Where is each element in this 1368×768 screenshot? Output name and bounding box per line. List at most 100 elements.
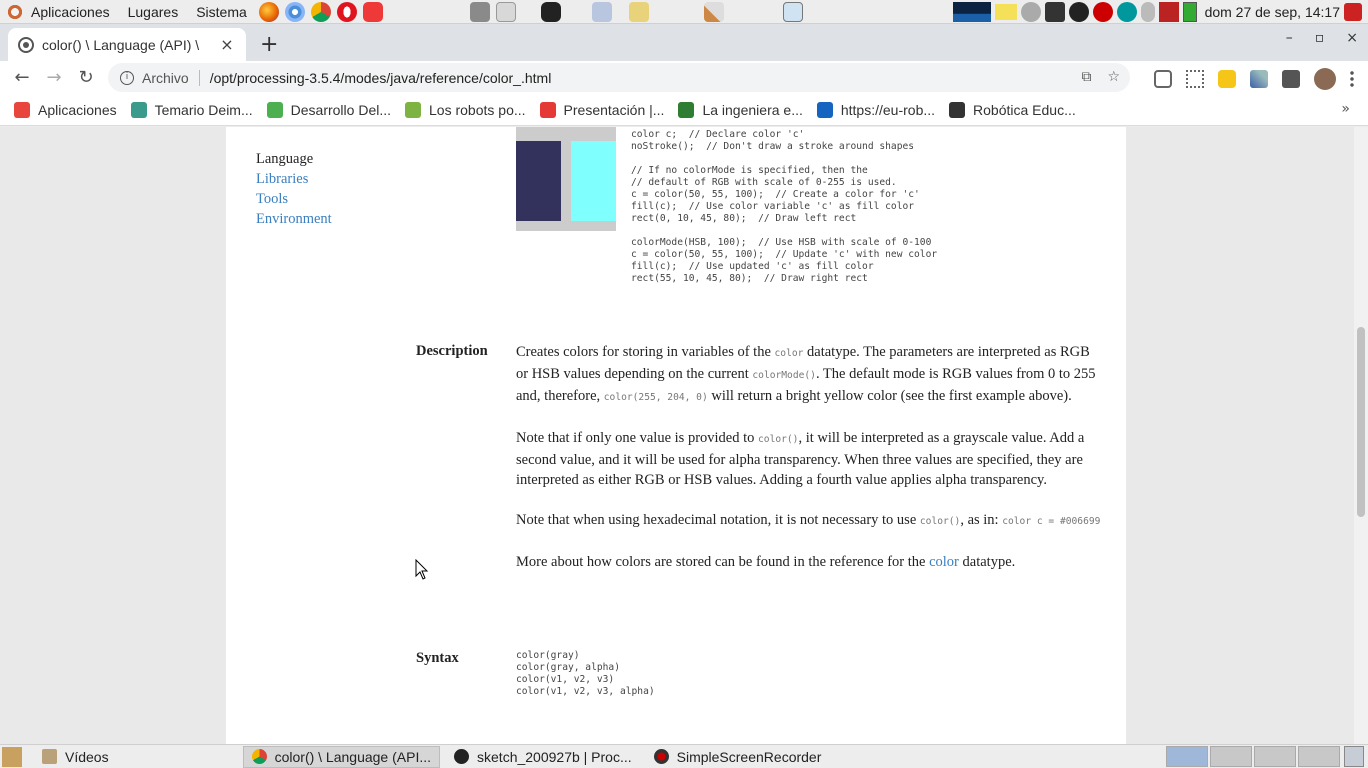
calculator-icon[interactable] (591, 1, 612, 22)
menu-lugares[interactable]: Lugares (119, 4, 188, 20)
page-viewport: Language Libraries Tools Environment col… (0, 127, 1354, 744)
volume-icon[interactable] (1158, 2, 1179, 22)
profile-avatar[interactable] (1314, 68, 1336, 90)
workspace-4[interactable] (1298, 746, 1340, 767)
bookmark-item[interactable]: Robótica Educ... (949, 101, 1076, 118)
maximize-button[interactable]: ▫ (1315, 30, 1325, 46)
arduino-tray-icon[interactable] (1116, 2, 1137, 22)
nav-environment[interactable]: Environment (256, 209, 332, 229)
notes-icon[interactable] (994, 4, 1017, 20)
color-datatype-link[interactable]: color (929, 554, 959, 570)
bookmark-item[interactable]: Presentación |... (539, 101, 664, 118)
magnifier-tool-icon[interactable] (782, 1, 803, 22)
reload-button[interactable]: ↻ (70, 67, 102, 88)
screenshot-tool-icon[interactable] (469, 1, 490, 22)
bookmark-item[interactable]: Temario Deim... (130, 101, 253, 118)
firefox-launcher-icon[interactable] (258, 1, 279, 22)
power-icon[interactable] (1344, 3, 1362, 21)
task-chrome[interactable]: color() \ Language (API... (242, 745, 441, 768)
extensions-puzzle-icon[interactable] (1282, 70, 1300, 88)
bookmark-item[interactable]: La ingeniera e... (678, 101, 803, 118)
chrome-launcher-icon[interactable] (310, 1, 331, 22)
hand-extension-icon[interactable] (1218, 70, 1236, 88)
robots-icon (405, 101, 422, 118)
browser-menu-icon[interactable] (1350, 70, 1354, 88)
clock[interactable]: dom 27 de sep, 14:17 (1205, 4, 1340, 20)
info-icon[interactable]: i (120, 70, 134, 85)
task-screenrecorder[interactable]: SimpleScreenRecorder (646, 746, 830, 768)
page-origin-label: Archivo (142, 69, 200, 86)
side-navigation: Language Libraries Tools Environment (256, 149, 332, 229)
cheese-tray-icon[interactable] (1068, 2, 1089, 22)
paint-tool-icon[interactable] (703, 1, 724, 22)
opera-launcher-icon[interactable] (336, 1, 357, 22)
workspace-3[interactable] (1254, 746, 1296, 767)
eu-rob-icon (816, 101, 833, 118)
description-label: Description (416, 343, 488, 359)
nav-language[interactable]: Language (256, 149, 332, 169)
bookmark-item[interactable]: https://eu-rob... (816, 101, 935, 118)
trash-icon[interactable] (1344, 746, 1364, 767)
task-processing[interactable]: sketch_200927b | Proc... (446, 746, 640, 768)
bookmark-item[interactable]: Desarrollo Del... (266, 101, 391, 118)
ingeniera-icon (678, 101, 695, 118)
url-text[interactable]: /opt/processing-3.5.4/modes/java/referen… (210, 70, 552, 86)
workspace-2[interactable] (1210, 746, 1252, 767)
window-controls: – ▫ × (1286, 30, 1358, 46)
example-image (516, 127, 616, 231)
example-left-rect (516, 141, 561, 221)
vivaldi-launcher-icon[interactable] (362, 1, 383, 22)
system-monitor-icon[interactable] (952, 2, 991, 22)
pen-extension-icon[interactable] (1250, 70, 1268, 88)
tab-color-reference[interactable]: color() \ Language (API) \ × (8, 28, 246, 61)
folder-icon (42, 749, 57, 764)
translate-icon[interactable]: ⧉ (1081, 69, 1091, 85)
scrollbar-thumb[interactable] (1357, 327, 1365, 517)
terminal-icon[interactable] (540, 1, 561, 22)
presentacion-icon (539, 101, 556, 118)
text-editor-icon[interactable] (495, 1, 516, 22)
disk-icon[interactable] (1020, 2, 1041, 22)
description-paragraph: More about how colors are stored can be … (516, 554, 1016, 570)
gnome-foot-icon[interactable] (6, 2, 24, 21)
battery-icon[interactable] (1182, 2, 1197, 22)
bookmark-item[interactable]: Aplicaciones (14, 101, 117, 118)
processing-icon (454, 749, 470, 764)
microphone-icon[interactable] (1140, 2, 1155, 22)
screenshot-tray-icon[interactable] (1044, 2, 1065, 22)
back-button[interactable]: ← (6, 67, 38, 88)
chrome-icon (251, 749, 267, 764)
mouse-cursor-icon (415, 559, 429, 580)
nav-libraries[interactable]: Libraries (256, 169, 332, 189)
menu-aplicaciones[interactable]: Aplicaciones (27, 4, 119, 20)
grid-extension-icon[interactable] (1186, 70, 1204, 88)
globe-icon (18, 36, 34, 53)
bookmark-star-icon[interactable]: ☆ (1107, 69, 1120, 85)
map-tool-icon[interactable] (628, 1, 649, 22)
bookmarks-overflow-button[interactable]: » (1341, 101, 1350, 117)
pocket-icon[interactable] (1154, 70, 1172, 88)
example-code: color c; // Declare color 'c' noStroke()… (631, 129, 938, 284)
taskbar: Vídeos color() \ Language (API... sketch… (0, 744, 1368, 768)
nav-tools[interactable]: Tools (256, 189, 332, 209)
workspace-1[interactable] (1166, 746, 1208, 767)
task-videos[interactable]: Vídeos (34, 746, 117, 768)
menu-sistema[interactable]: Sistema (187, 4, 256, 20)
page-scrollbar[interactable] (1354, 127, 1368, 744)
workspace-switcher (1166, 746, 1340, 767)
tab-title: color() \ Language (API) \ (42, 36, 200, 53)
new-tab-button[interactable]: + (260, 32, 278, 57)
close-tab-icon[interactable]: × (218, 35, 236, 54)
show-desktop-icon[interactable] (2, 746, 22, 767)
description-paragraph: Note that if only one value is provided … (516, 430, 1085, 488)
bookmark-item[interactable]: Los robots po... (405, 101, 526, 118)
close-window-button[interactable]: × (1346, 30, 1358, 46)
apps-grid-icon (14, 101, 30, 118)
record-tray-icon[interactable] (1092, 2, 1113, 22)
description-paragraph: Creates colors for storing in variables … (516, 344, 1096, 404)
forward-button[interactable]: → (38, 67, 70, 88)
address-bar[interactable]: i Archivo /opt/processing-3.5.4/modes/ja… (108, 63, 1130, 92)
chromium-launcher-icon[interactable] (284, 1, 305, 22)
minimize-button[interactable]: – (1286, 30, 1293, 46)
desarrollo-icon (266, 101, 283, 118)
